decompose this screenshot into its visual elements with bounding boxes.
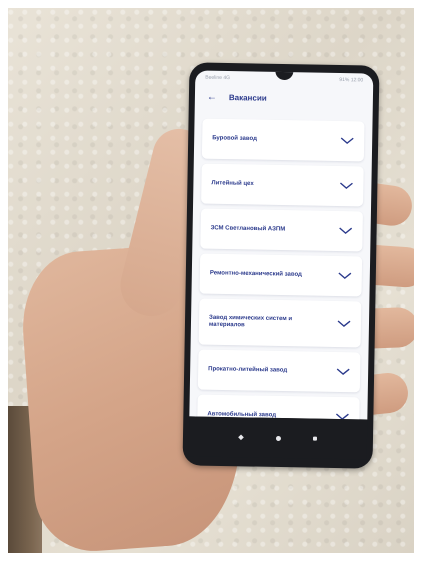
smartphone: Beeline 4G 91% 12:00 ← Вакансии Буровой … (182, 62, 380, 469)
app-bar: ← Вакансии (195, 86, 373, 111)
system-nav-bar (188, 416, 368, 460)
status-carrier: Beeline 4G (205, 74, 231, 82)
photo: Beeline 4G 91% 12:00 ← Вакансии Буровой … (8, 8, 414, 553)
status-battery-time: 91% 12:00 (339, 76, 364, 84)
chevron-down-icon (340, 137, 354, 145)
chevron-down-icon (337, 320, 351, 328)
list-item-label: Литейный цех (211, 180, 254, 188)
list-item[interactable]: Автомобильный завод (197, 394, 360, 420)
list-item[interactable]: Литейный цех (201, 163, 364, 207)
chevron-down-icon (339, 182, 353, 190)
back-nav-icon[interactable] (238, 434, 244, 441)
list-item-label: Ремонтно-механический завод (209, 270, 302, 278)
list-item[interactable]: Завод химических систем и материалов (198, 298, 362, 348)
arrow-left-icon[interactable]: ← (207, 92, 219, 104)
list-item-label: ЗСМ Светлановый АЗПМ (210, 225, 286, 233)
list-item[interactable]: Буровой завод (201, 118, 365, 162)
chevron-down-icon (338, 272, 352, 280)
recents-nav-icon[interactable] (312, 436, 318, 441)
list-item-label: Завод химических систем и материалов (208, 314, 293, 329)
list-item-label: Прокатно-литейный завод (208, 366, 288, 374)
phone-screen: Beeline 4G 91% 12:00 ← Вакансии Буровой … (189, 70, 374, 420)
list-item[interactable]: ЗСМ Светлановый АЗПМ (200, 208, 363, 252)
vacancy-list: Буровой завод Литейный цех ЗСМ Светланов… (197, 118, 365, 420)
list-item[interactable]: Ремонтно-механический завод (199, 253, 363, 297)
list-item[interactable]: Прокатно-литейный завод (197, 349, 361, 393)
chevron-down-icon (339, 227, 353, 235)
page-title: Вакансии (228, 93, 267, 103)
home-nav-icon[interactable] (275, 435, 282, 442)
list-item-label: Буровой завод (212, 135, 257, 143)
chevron-down-icon (336, 368, 350, 376)
